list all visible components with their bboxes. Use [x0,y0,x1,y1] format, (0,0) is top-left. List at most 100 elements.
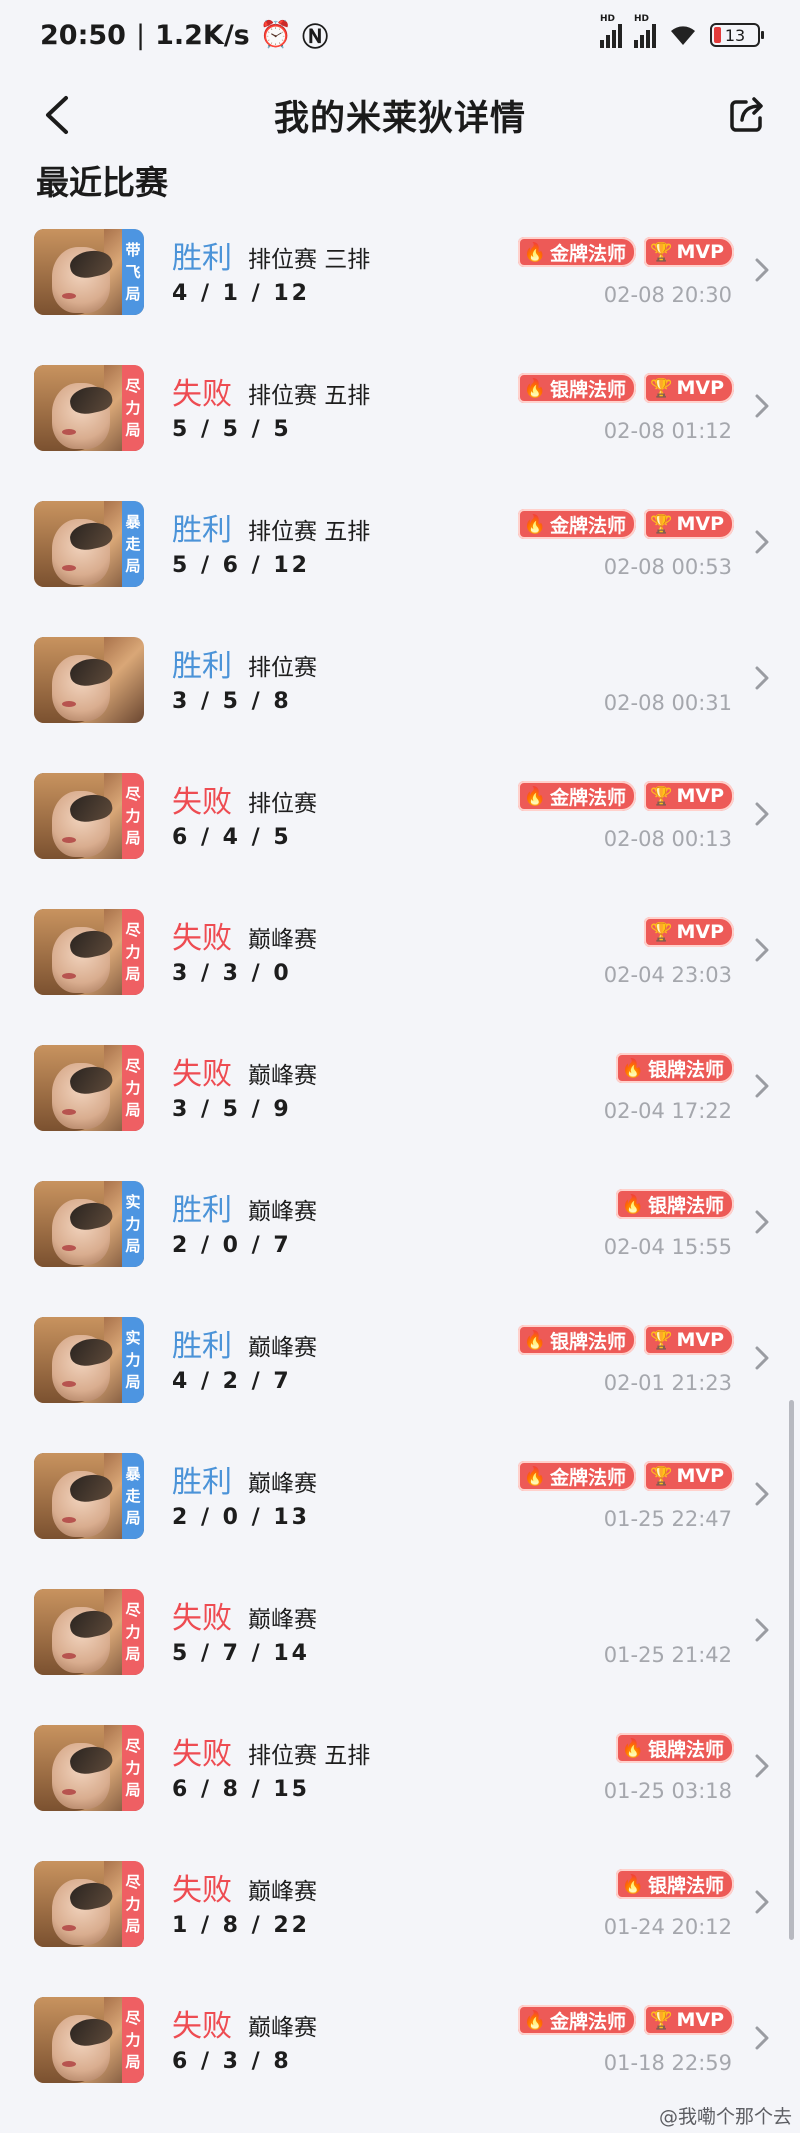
match-row[interactable]: 尽力局 失败 巅峰赛 5 / 7 / 14 01-25 21:42 [0,1573,800,1709]
mode-tag: 尽力局 [122,1725,144,1811]
medal-badge: 🔥 银牌法师 [615,1053,734,1083]
medal-badge: 🔥 银牌法师 [615,1733,734,1763]
kda: 5 / 5 / 5 [172,417,292,442]
match-result: 胜利 [172,513,232,548]
kda: 6 / 4 / 5 [172,825,292,850]
medal-label: 银牌法师 [550,378,627,401]
page-title: 我的米莱狄详情 [273,98,526,139]
kda: 2 / 0 / 13 [172,1505,310,1530]
match-row[interactable]: 暴走局 胜利 巅峰赛 2 / 0 / 13 🔥 金牌法师 🏆 MVP 01-25 22… [0,1437,800,1573]
hero-avatar: 尽力局 [34,1589,144,1675]
hero-avatar: 尽力局 [34,1861,144,1947]
match-result: 胜利 [172,1465,232,1500]
match-time: 01-24 20:12 [603,1915,732,1939]
mvp-badge: 🏆 MVP [644,1461,734,1491]
match-type: 排位赛 五排 [248,519,371,545]
hero-avatar: 暴走局 [34,1453,144,1539]
mode-tag: 尽力局 [122,773,144,859]
match-type: 巅峰赛 [248,1471,317,1497]
chevron-right-icon [755,258,769,282]
badges: 🔥 金牌法师 🏆 MVP [517,237,734,267]
hero-avatar: 尽力局 [34,909,144,995]
chevron-right-icon [755,1482,769,1506]
match-row[interactable]: 实力局 胜利 巅峰赛 4 / 2 / 7 🔥 银牌法师 🏆 MVP 02-01 21:… [0,1301,800,1437]
share-icon[interactable] [726,94,768,136]
medal-label: 金牌法师 [550,242,627,265]
match-result: 胜利 [172,1193,232,1228]
trophy-icon: 🏆 [650,1465,673,1487]
mvp-label: MVP [676,241,724,263]
match-type: 排位赛 五排 [248,383,371,409]
mode-tag: 尽力局 [122,909,144,995]
chevron-right-icon [755,1754,769,1778]
badges: 🔥 银牌法师 🏆 MVP [517,1325,734,1355]
match-row[interactable]: 暴走局 胜利 排位赛 五排 5 / 6 / 12 🔥 金牌法师 🏆 MVP 02-08… [0,485,800,621]
medal-badge: 🔥 金牌法师 [517,1461,637,1491]
kda: 5 / 6 / 12 [172,553,310,578]
chevron-right-icon [755,802,769,826]
watermark: @我嘞个那个去 [658,2106,792,2128]
match-row[interactable]: 尽力局 失败 排位赛 五排 6 / 8 / 15 🔥 银牌法师 01-25 03:… [0,1709,800,1845]
mvp-label: MVP [676,513,724,535]
signal-icon: HD [600,14,622,48]
match-type: 巅峰赛 [248,1607,317,1633]
scrollbar[interactable] [789,1400,794,1940]
kda: 2 / 0 / 7 [172,1233,292,1258]
flame-icon: 🔥 [523,377,547,399]
mvp-label: MVP [676,377,724,399]
flame-icon: 🔥 [621,1057,644,1079]
hero-avatar: 尽力局 [34,1725,144,1811]
flame-icon: 🔥 [523,2009,547,2031]
match-time: 02-01 21:23 [603,1371,732,1395]
chevron-right-icon [755,1890,769,1914]
match-row[interactable]: 尽力局 失败 巅峰赛 1 / 8 / 22 🔥 银牌法师 01-24 20:12 [0,1845,800,1981]
mode-tag: 尽力局 [122,1589,144,1675]
badges: 🔥 金牌法师 🏆 MVP [517,2005,734,2035]
network-speed: 1.2K/s [155,19,250,51]
kda: 4 / 1 / 12 [172,281,310,306]
match-time: 01-18 22:59 [603,2051,732,2075]
mode-tag: 尽力局 [122,1045,144,1131]
kda: 6 / 8 / 15 [172,1777,310,1802]
chevron-right-icon [755,1210,769,1234]
hero-avatar: 尽力局 [34,1045,144,1131]
hero-avatar: 尽力局 [34,1997,144,2083]
match-time: 02-08 00:13 [603,827,732,851]
match-row[interactable]: 尽力局 失败 排位赛 6 / 4 / 5 🔥 金牌法师 🏆 MVP 02-08 00:… [0,757,800,893]
match-time: 02-08 01:12 [603,419,732,443]
match-type: 巅峰赛 [248,1063,317,1089]
mode-tag: 尽力局 [122,1997,144,2083]
mvp-label: MVP [676,785,724,807]
match-row[interactable]: 带飞局 胜利 排位赛 三排 4 / 1 / 12 🔥 金牌法师 🏆 MVP 02-08… [0,213,800,349]
match-result: 失败 [172,1057,232,1092]
signal-icon-2: HD [634,14,656,48]
chevron-right-icon [755,666,769,690]
match-row[interactable]: 尽力局 失败 排位赛 五排 5 / 5 / 5 🔥 银牌法师 🏆 MVP 02-08 … [0,349,800,485]
match-row[interactable]: 尽力局 失败 巅峰赛 3 / 3 / 0 🏆 MVP 02-04 23:03 [0,893,800,1029]
match-row[interactable]: 尽力局 失败 巅峰赛 6 / 3 / 8 🔥 金牌法师 🏆 MVP 01-18 22:… [0,1981,800,2117]
mvp-badge: 🏆 MVP [644,1325,734,1355]
badges: 🔥 金牌法师 🏆 MVP [517,509,734,539]
chevron-right-icon [755,1346,769,1370]
chevron-right-icon [755,1618,769,1642]
chevron-right-icon [755,938,769,962]
mvp-label: MVP [676,1465,724,1487]
match-row[interactable]: 胜利 排位赛 3 / 5 / 8 02-08 00:31 [0,621,800,757]
back-arrow-icon[interactable] [38,94,78,136]
flame-icon: 🔥 [621,1737,644,1759]
match-time: 01-25 21:42 [603,1643,732,1667]
nav-bar: 我的米莱狄详情 [0,80,800,150]
match-row[interactable]: 实力局 胜利 巅峰赛 2 / 0 / 7 🔥 银牌法师 02-04 15:55 [0,1165,800,1301]
badges: 🔥 银牌法师 [615,1733,734,1763]
hero-avatar: 尽力局 [34,365,144,451]
trophy-icon: 🏆 [650,513,673,535]
match-type: 巅峰赛 [248,1199,317,1225]
trophy-icon: 🏆 [650,921,673,943]
trophy-icon: 🏆 [650,1329,673,1351]
medal-badge: 🔥 银牌法师 [517,1325,637,1355]
nfc-icon: Ⓝ [302,22,329,53]
match-row[interactable]: 尽力局 失败 巅峰赛 3 / 5 / 9 🔥 银牌法师 02-04 17:22 [0,1029,800,1165]
battery-fill [714,27,721,43]
medal-label: 银牌法师 [647,1738,724,1761]
medal-badge: 🔥 金牌法师 [517,781,637,811]
